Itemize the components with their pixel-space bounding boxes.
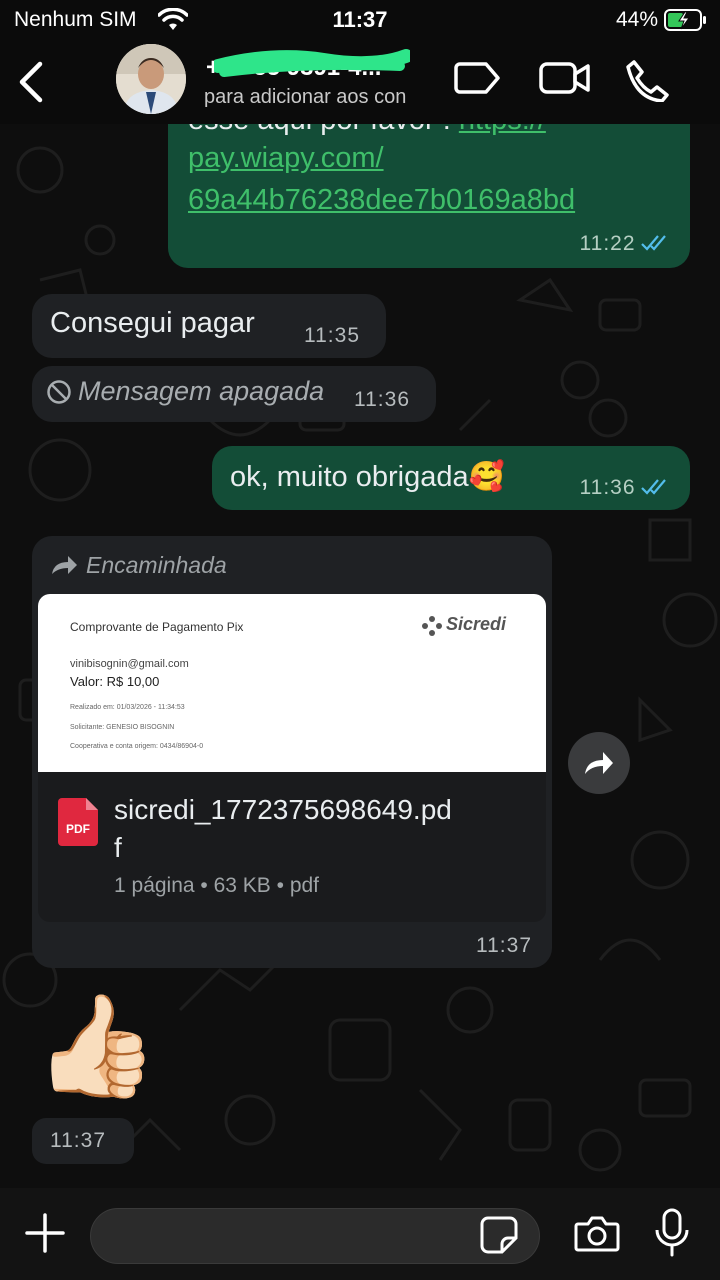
receipt-email: vinibisognin@gmail.com [70, 658, 189, 670]
forwarded-document-message[interactable]: Encaminhada Comprovante de Pagamento Pix… [32, 536, 552, 968]
incoming-message[interactable]: Consegui pagar 11:35 [32, 294, 386, 358]
forward-arrow-icon [50, 554, 78, 581]
blocked-icon [46, 379, 72, 410]
pdf-icon: PDF [58, 798, 98, 846]
read-ticks-icon [640, 478, 670, 501]
message-time: 11:36 [579, 476, 636, 499]
file-name-continued: f [114, 832, 122, 863]
label-tag-icon[interactable] [454, 58, 502, 103]
clock: 11:37 [332, 7, 388, 32]
message-text: Consegui pagar [50, 307, 255, 339]
forward-arrow-icon [583, 750, 615, 781]
message-time: 11:22 [579, 232, 636, 255]
message-composer [0, 1188, 720, 1280]
file-meta: 1 página • 63 KB • pdf [114, 874, 320, 897]
camera-icon[interactable] [574, 1214, 620, 1257]
message-text: ok, muito obrigada🥰 [230, 461, 505, 493]
emoji-time-badge: 11:37 [32, 1118, 134, 1164]
message-time: 11:37 [476, 934, 532, 957]
message-input[interactable] [90, 1208, 540, 1264]
status-bar: Nenhum SIM 11:37 44% [0, 0, 720, 40]
chat-header: +55 55 9391-4... para adicionar aos con [0, 40, 720, 124]
receipt-line: Cooperativa e conta origem: 0434/86904-0 [70, 743, 204, 750]
file-info-card[interactable]: PDF sicredi_1772375698649.pd f 1 página … [38, 772, 546, 922]
emoji-message[interactable]: 👍🏻 [34, 986, 159, 1112]
battery-percent: 44% [615, 8, 658, 31]
outgoing-message[interactable]: ok, muito obrigada🥰 11:36 [212, 446, 690, 510]
pdf-badge-label: PDF [66, 822, 90, 836]
receipt-line: Realizado em: 01/03/2026 - 11:34:53 [70, 704, 185, 711]
plus-icon[interactable] [24, 1212, 66, 1259]
file-name: sicredi_1772375698649.pd [114, 794, 452, 825]
message-time: 11:35 [304, 324, 360, 347]
sticker-icon[interactable] [480, 1216, 518, 1259]
receipt-line: Solicitante: GENESIO BISOGNIN [70, 724, 175, 731]
message-time: 11:37 [50, 1129, 106, 1152]
contact-subtitle: para adicionar aos con [204, 86, 407, 108]
sicredi-logo-icon [420, 614, 444, 643]
message-time: 11:36 [354, 388, 410, 411]
receipt-amount: Valor: R$ 10,00 [70, 674, 160, 689]
microphone-icon[interactable] [654, 1208, 690, 1263]
deleted-message-label: Mensagem apagada [78, 376, 325, 406]
forward-button[interactable] [568, 732, 630, 794]
forwarded-label: Encaminhada [86, 552, 227, 578]
receipt-title: Comprovante de Pagamento Pix [70, 620, 244, 634]
video-call-icon[interactable] [538, 58, 592, 103]
voice-call-icon[interactable] [624, 58, 670, 107]
read-ticks-icon [640, 234, 670, 257]
redaction-scribble [211, 48, 413, 78]
brand-name: Sicredi [446, 614, 507, 634]
message-link-part[interactable]: pay.wiapy.com/ [188, 142, 384, 174]
message-link-part[interactable]: 69a44b76238dee7b0169a8bd [188, 184, 575, 216]
battery-charging-icon [664, 8, 708, 37]
deleted-message[interactable]: Mensagem apagada 11:36 [32, 366, 436, 422]
back-chevron-icon[interactable] [14, 60, 48, 104]
contact-avatar[interactable] [116, 44, 186, 114]
thumbs-up-emoji: 👍🏻 [34, 990, 159, 1102]
document-preview[interactable]: Comprovante de Pagamento Pix Sicredi vin… [38, 594, 546, 772]
